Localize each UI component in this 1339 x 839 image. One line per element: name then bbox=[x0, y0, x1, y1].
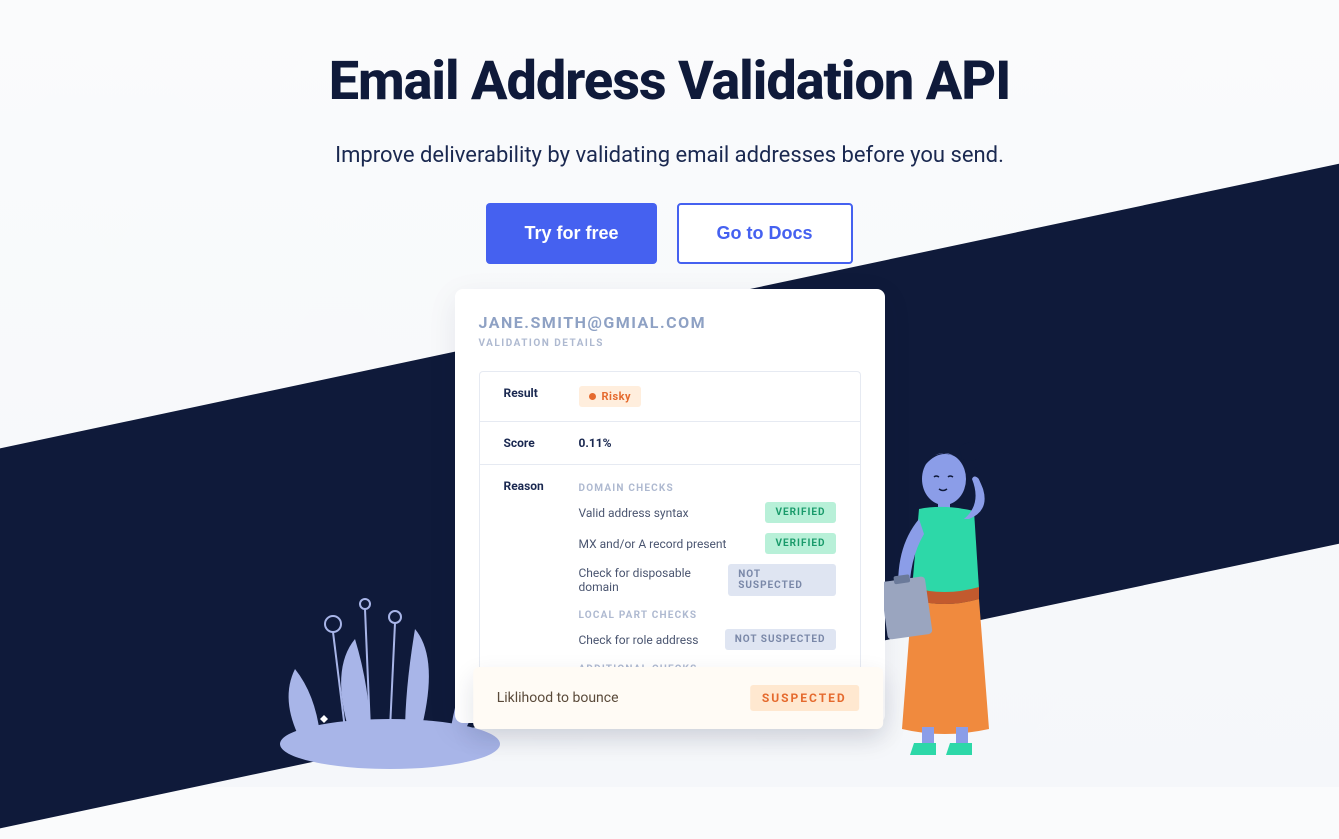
local-checks-title: LOCAL PART CHECKS bbox=[579, 610, 836, 621]
check-text: Check for disposable domain bbox=[579, 566, 729, 594]
check-text: Check for role address bbox=[579, 633, 699, 647]
domain-check-line: MX and/or A record present VERIFIED bbox=[579, 533, 836, 554]
domain-check-line: Check for disposable domain NOT SUSPECTE… bbox=[579, 564, 836, 596]
bounce-status-badge: SUSPECTED bbox=[750, 685, 859, 711]
email-address: JANE.SMITH@GMIAL.COM bbox=[479, 313, 861, 332]
page-subtitle: Improve deliverability by validating ema… bbox=[0, 143, 1339, 168]
score-value: 0.11% bbox=[579, 436, 836, 450]
validation-details-label: VALIDATION DETAILS bbox=[479, 338, 861, 349]
domain-checks-title: DOMAIN CHECKS bbox=[579, 483, 836, 494]
bounce-text: Liklihood to bounce bbox=[497, 690, 619, 706]
check-text: MX and/or A record present bbox=[579, 537, 727, 551]
go-to-docs-button[interactable]: Go to Docs bbox=[677, 203, 853, 264]
result-label: Result bbox=[504, 386, 579, 400]
risky-dot-icon bbox=[589, 393, 596, 400]
status-badge: NOT SUSPECTED bbox=[728, 564, 835, 596]
check-text: Valid address syntax bbox=[579, 506, 689, 520]
person-illustration bbox=[884, 439, 1034, 759]
result-row: Result Risky bbox=[479, 371, 861, 421]
domain-check-line: Valid address syntax VERIFIED bbox=[579, 502, 836, 523]
result-badge: Risky bbox=[579, 386, 642, 407]
page-title: Email Address Validation API bbox=[0, 50, 1339, 113]
score-label: Score bbox=[504, 436, 579, 450]
cta-row: Try for free Go to Docs bbox=[0, 203, 1339, 264]
bounce-callout: Liklihood to bounce SUSPECTED bbox=[473, 667, 883, 729]
local-check-line: Check for role address NOT SUSPECTED bbox=[579, 629, 836, 650]
validation-card: JANE.SMITH@GMIAL.COM VALIDATION DETAILS … bbox=[455, 289, 885, 723]
try-for-free-button[interactable]: Try for free bbox=[486, 203, 656, 264]
status-badge: NOT SUSPECTED bbox=[725, 629, 836, 650]
status-badge: VERIFIED bbox=[765, 533, 835, 554]
status-badge: VERIFIED bbox=[765, 502, 835, 523]
result-value: Risky bbox=[602, 390, 632, 403]
score-row: Score 0.11% bbox=[479, 421, 861, 464]
reason-label: Reason bbox=[504, 479, 579, 493]
